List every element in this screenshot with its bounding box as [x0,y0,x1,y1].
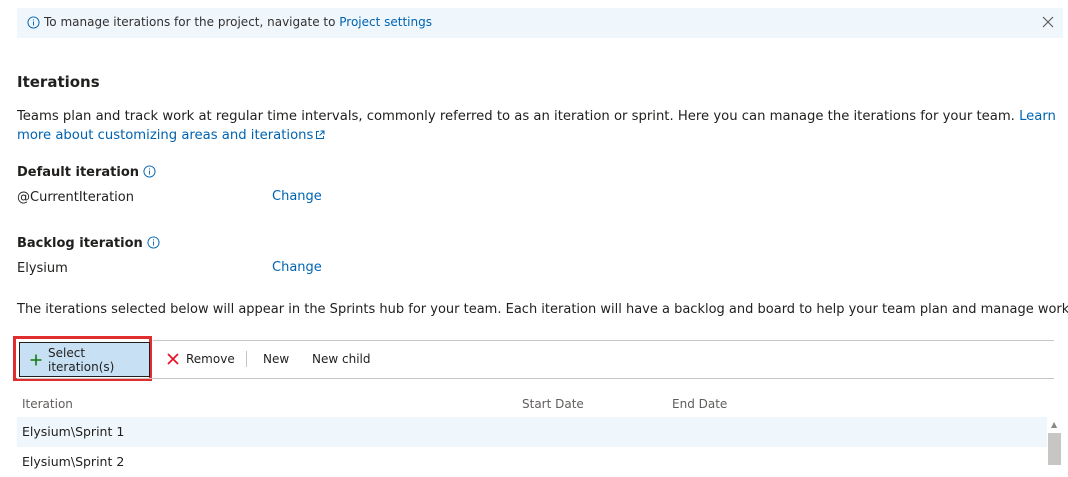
section-description: Teams plan and track work at regular tim… [17,107,1062,146]
change-backlog-iteration-link[interactable]: Change [272,260,322,275]
iteration-cell: Elysium\Sprint 1 [22,424,125,439]
toolbar-divider-bottom [17,378,1054,379]
info-message-bar: To manage iterations for the project, na… [17,8,1063,38]
scrollbar-thumb[interactable] [1048,433,1061,465]
select-iterations-label: Select iteration(s) [48,345,115,374]
remove-button[interactable]: Remove [167,352,235,366]
default-iteration-label-text: Default iteration [17,165,140,180]
new-label: New [263,352,290,366]
description-text: Teams plan and track work at regular tim… [17,109,1020,124]
backlog-iteration-value: Elysium [17,261,68,276]
table-row[interactable]: Elysium\Sprint 1 [17,417,1047,447]
project-settings-link[interactable]: Project settings [339,15,432,29]
info-icon[interactable] [143,236,160,251]
remove-icon [167,353,179,365]
external-link-icon [315,127,325,146]
new-child-label: New child [312,352,371,366]
toolbar-separator [246,351,247,367]
table-row[interactable]: Elysium\Sprint 2 [17,447,1047,477]
toolbar-divider-top [153,340,1054,341]
column-header-end-date[interactable]: End Date [672,397,727,411]
info-icon [27,16,40,33]
remove-label: Remove [186,352,235,366]
info-message: To manage iterations for the project, na… [44,15,432,29]
select-iterations-button[interactable]: Select iteration(s) [19,342,150,377]
default-iteration-label: Default iteration [17,165,156,180]
info-message-text: To manage iterations for the project, na… [44,15,340,29]
info-icon[interactable] [139,165,156,180]
default-iteration-value: @CurrentIteration [17,190,134,205]
iteration-cell: Elysium\Sprint 2 [22,454,125,469]
column-header-start-date[interactable]: Start Date [522,397,584,411]
backlog-iteration-label: Backlog iteration [17,236,160,251]
close-icon[interactable] [1041,15,1055,33]
iterations-note: The iterations selected below will appea… [17,302,1068,317]
page-title: Iterations [17,73,100,91]
scroll-up-arrow-icon[interactable]: ▲ [1051,420,1057,429]
change-default-iteration-link[interactable]: Change [272,189,322,204]
backlog-iteration-label-text: Backlog iteration [17,236,143,251]
column-header-iteration[interactable]: Iteration [22,397,73,411]
new-child-button[interactable]: New child [312,352,370,366]
new-button[interactable]: New [263,352,289,366]
plus-icon [30,354,42,366]
